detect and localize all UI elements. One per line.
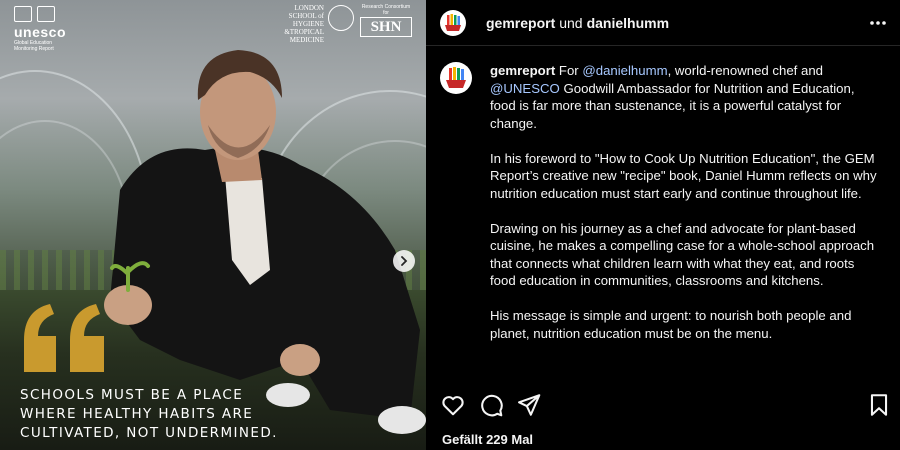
lshtm-line: &TROPICAL [284,28,324,36]
caption-text: gemreport For @danielhumm, world-renowne… [490,62,880,360]
lshtm-line: SCHOOL of [288,12,324,20]
heart-icon[interactable] [440,392,466,418]
author-link[interactable]: gemreport [486,15,555,31]
caption-paragraph: In his foreword to "How to Cook Up Nutri… [490,150,877,201]
gem-report-logo-icon [446,67,466,88]
more-horizontal-icon[interactable] [868,13,888,33]
shn-logo: Research Consortium for SHN [360,4,412,38]
caption-fragment: For [558,63,579,78]
caption-paragraph: gemreport For @danielhumm, world-renowne… [490,62,880,132]
quote-mark-icon [24,304,104,372]
gem-report-logo-icon [445,13,461,31]
shn-caption: Research Consortium for [361,4,411,16]
avatar[interactable] [440,62,472,94]
post-actions [440,392,892,418]
avatar[interactable] [440,9,466,36]
post-header: gemreport und danielhumm [426,0,900,46]
unesco-logo: unesco Global Education Monitoring Repor… [14,6,94,52]
caption-author-link[interactable]: gemreport [490,63,555,78]
post-image[interactable]: unesco Global Education Monitoring Repor… [0,0,426,450]
gem-icon [37,6,55,22]
lshtm-logo: LONDON SCHOOL of HYGIENE &TROPICAL MEDIC… [274,4,324,44]
post-side-panel: gemreport und danielhumm gemreport For @ [426,0,900,450]
lshtm-line: LONDON [294,4,324,12]
author-link[interactable]: danielhumm [587,15,669,31]
bookmark-icon[interactable] [866,392,892,418]
next-image-button[interactable] [393,250,415,272]
lshtm-seal-icon [328,5,354,31]
quote-text: SCHOOLS MUST BE A PLACE WHERE HEALTHY HA… [20,386,320,443]
lshtm-line: MEDICINE [289,36,324,44]
joiner-text: und [559,14,583,31]
unesco-subtitle: Global Education Monitoring Report [14,40,54,52]
shn-mark: SHN [360,17,412,37]
chef-portrait [104,50,426,434]
caption-paragraph: Drawing on his journey as a chef and adv… [490,220,875,289]
caption-paragraph: His message is simple and urgent: to nou… [490,308,852,341]
quote-line: WHERE HEALTHY HABITS ARE [20,406,254,422]
like-count[interactable]: Gefällt 229 Mal [442,432,533,447]
quote-line: SCHOOLS MUST BE A PLACE [20,387,244,403]
chevron-right-icon [401,256,408,266]
mention-link[interactable]: @danielhumm [582,63,667,78]
mention-link[interactable]: @UNESCO [490,81,560,96]
lshtm-line: HYGIENE [292,20,324,28]
send-icon[interactable] [516,392,542,418]
comment-icon[interactable] [478,392,504,418]
caption-fragment: , world-renowned chef and [667,63,823,78]
quote-line: CULTIVATED, NOT UNDERMINED. [20,425,278,441]
unesco-wordmark: unesco [14,24,67,40]
post-authors: gemreport und danielhumm [486,15,669,31]
post-caption: gemreport For @danielhumm, world-renowne… [440,62,892,360]
temple-icon [14,6,32,22]
